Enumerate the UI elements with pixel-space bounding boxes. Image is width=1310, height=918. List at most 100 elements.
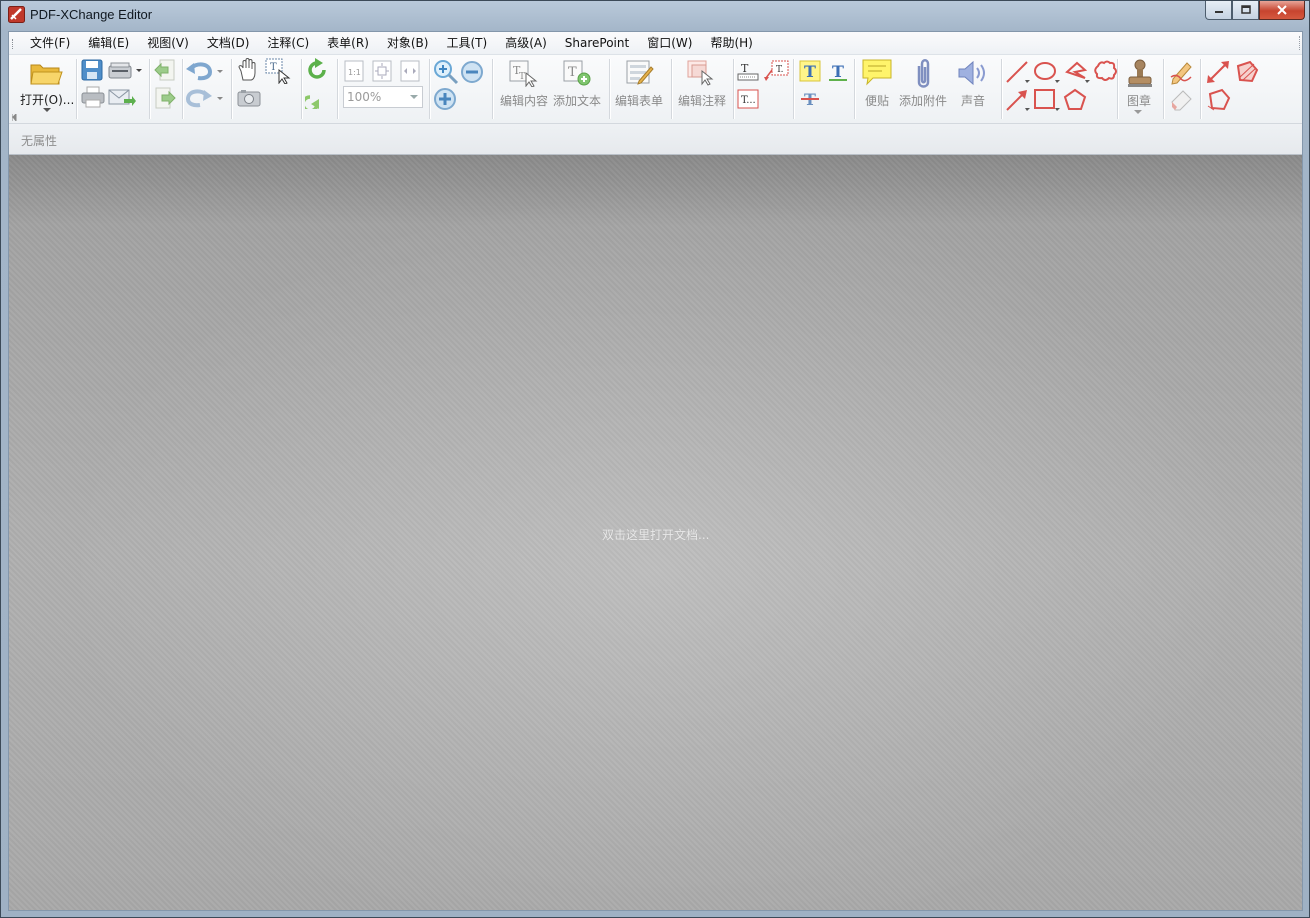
menu-window[interactable]: 窗口(W)	[638, 35, 701, 51]
svg-text:T...: T...	[741, 95, 756, 106]
polygon-line-tool-button[interactable]	[1063, 60, 1091, 84]
svg-text:T: T	[832, 62, 844, 81]
edit-annotation-button[interactable]	[686, 59, 716, 87]
svg-text:T: T	[270, 62, 277, 73]
strikeout-text-button[interactable]: T	[799, 88, 823, 112]
edit-annotation-icon	[687, 60, 714, 86]
maximize-button[interactable]	[1232, 1, 1259, 20]
sticky-note-button[interactable]	[861, 58, 893, 86]
pentagon-tool-button[interactable]	[1063, 88, 1089, 112]
app-window: PDF-XChange Editor 文件(F) 编辑(E) 视图(V) 文档(…	[0, 0, 1310, 918]
cloud-icon	[1094, 60, 1117, 81]
attach-file-label[interactable]: 添加附件	[899, 92, 947, 109]
distance-tool-button[interactable]	[1206, 60, 1230, 84]
previous-view-icon	[154, 59, 175, 81]
zoom-out-button[interactable]	[460, 60, 484, 84]
add-text-label[interactable]: 添加文本	[553, 92, 601, 109]
arrow-tool-button[interactable]	[1005, 88, 1031, 112]
menu-sharepoint[interactable]: SharePoint	[556, 35, 638, 51]
document-area[interactable]: 双击这里打开文档...	[9, 155, 1302, 910]
stamp-dropdown-arrow[interactable]	[1134, 110, 1142, 115]
save-button[interactable]	[81, 59, 103, 81]
edit-form-button[interactable]	[625, 59, 655, 87]
rotate-clockwise-button[interactable]	[305, 58, 329, 82]
email-send-icon	[108, 89, 136, 106]
fit-page-button[interactable]	[372, 60, 392, 82]
zoom-level-select[interactable]: 100%	[343, 86, 423, 108]
properties-empty-text: 无属性	[21, 134, 58, 148]
email-button[interactable]	[108, 87, 136, 107]
line-tool-button[interactable]	[1005, 60, 1031, 84]
actual-size-button[interactable]: 1:1	[344, 60, 364, 82]
sound-button[interactable]	[957, 60, 991, 86]
previous-view-button[interactable]	[154, 59, 176, 83]
open-label[interactable]: 打开(O)...	[20, 91, 74, 108]
edit-form-label[interactable]: 编辑表单	[615, 92, 663, 109]
close-icon	[1277, 5, 1287, 15]
stamp-label[interactable]: 图章	[1127, 92, 1151, 109]
edit-content-label[interactable]: 编辑内容	[500, 92, 548, 109]
typewriter-tool-button[interactable]: T	[737, 60, 761, 84]
stamp-icon	[1128, 59, 1152, 87]
close-button[interactable]	[1259, 1, 1305, 20]
open-button[interactable]	[29, 59, 63, 87]
select-text-button[interactable]: T	[265, 58, 291, 84]
redo-icon	[186, 89, 223, 108]
zoom-in-button[interactable]	[433, 87, 457, 111]
oval-tool-button[interactable]	[1033, 60, 1061, 84]
zoom-in-tool-button[interactable]	[433, 59, 459, 85]
zoom-level-value: 100%	[347, 90, 382, 104]
menu-file[interactable]: 文件(F)	[21, 35, 79, 51]
eraser-tool-button[interactable]	[1169, 86, 1195, 112]
menu-help[interactable]: 帮助(H)	[701, 35, 761, 51]
add-text-button[interactable]: T	[562, 59, 592, 87]
print-button[interactable]	[81, 86, 105, 108]
attach-file-button[interactable]	[913, 58, 933, 90]
maximize-icon	[1240, 5, 1251, 14]
cloud-tool-button[interactable]	[1093, 60, 1119, 84]
rotate-counterclockwise-button[interactable]	[305, 85, 329, 109]
menu-comment[interactable]: 注释(C)	[258, 35, 318, 51]
title-bar[interactable]: PDF-XChange Editor	[1, 1, 1309, 29]
callout-tool-button[interactable]: T.	[764, 60, 790, 84]
scan-button[interactable]	[108, 61, 142, 81]
sticky-note-label[interactable]: 便贴	[865, 92, 889, 109]
menu-tools[interactable]: 工具(T)	[437, 35, 496, 51]
toolbar-row-grip[interactable]	[12, 114, 17, 121]
toolbar-separator	[337, 59, 338, 119]
pencil-tool-button[interactable]	[1169, 59, 1195, 85]
edit-annotation-label[interactable]: 编辑注释	[678, 92, 726, 109]
menu-document[interactable]: 文档(D)	[198, 35, 259, 51]
underline-text-button[interactable]: T	[827, 60, 851, 84]
stamp-button[interactable]	[1125, 59, 1155, 89]
snapshot-button[interactable]	[237, 89, 261, 107]
pdf-xchange-app-icon[interactable]	[8, 6, 25, 23]
fit-width-button[interactable]	[400, 60, 420, 82]
rectangle-tool-button[interactable]	[1033, 88, 1061, 112]
svg-text:T: T	[804, 62, 816, 81]
menu-view[interactable]: 视图(V)	[138, 35, 198, 51]
edit-content-button[interactable]: T T	[508, 59, 538, 87]
next-view-button[interactable]	[154, 87, 176, 111]
hand-tool-button[interactable]	[237, 58, 259, 82]
distance-measure-icon	[1207, 61, 1229, 83]
menu-advanced[interactable]: 高级(A)	[496, 35, 556, 51]
menubar-grip[interactable]	[12, 39, 17, 49]
highlight-text-button[interactable]: T	[799, 60, 823, 84]
menu-object[interactable]: 对象(B)	[378, 35, 438, 51]
minimize-button[interactable]	[1205, 1, 1232, 20]
menu-form[interactable]: 表单(R)	[318, 35, 378, 51]
text-box-tool-button[interactable]: T...	[737, 88, 761, 112]
perimeter-measure-icon	[1207, 88, 1231, 111]
open-document-hint[interactable]: 双击这里打开文档...	[602, 526, 709, 543]
sticky-note-icon	[862, 59, 892, 86]
svg-text:T: T	[519, 72, 525, 82]
open-dropdown-arrow[interactable]	[43, 108, 51, 113]
next-view-icon	[155, 87, 176, 109]
sound-label[interactable]: 声音	[961, 92, 985, 109]
undo-button[interactable]	[186, 61, 224, 81]
area-tool-button[interactable]	[1234, 60, 1260, 84]
perimeter-tool-button[interactable]	[1206, 88, 1232, 112]
redo-button[interactable]	[186, 88, 224, 108]
menu-edit[interactable]: 编辑(E)	[79, 35, 138, 51]
